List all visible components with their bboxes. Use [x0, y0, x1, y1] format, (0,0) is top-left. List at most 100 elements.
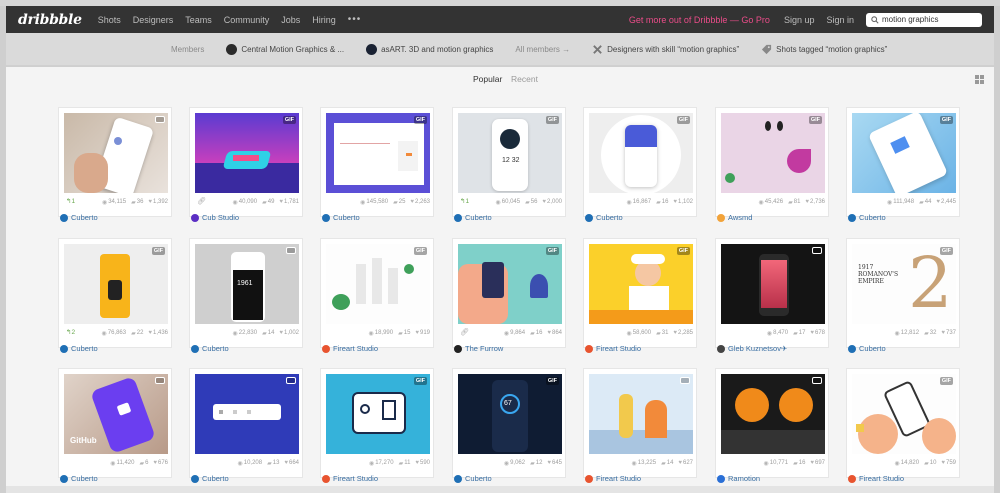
shot-thumbnail[interactable]: GIF [589, 113, 693, 193]
shot-card[interactable]: ↰1 ◉ 34,115 ▰ 36 ♥ 1,392 Cuberto [58, 107, 172, 227]
shot-card[interactable]: GIF 🔗︎ ◉ 40,090 ▰ 49 ♥ 1,781 Cub Studio [189, 107, 303, 227]
shot-thumbnail[interactable]: GIF [852, 113, 956, 193]
shot-thumbnail[interactable]: GIF [326, 374, 430, 454]
shot-thumbnail[interactable]: GIF [326, 113, 430, 193]
shot-author-link[interactable]: Cub Studio [191, 213, 239, 222]
shot-thumbnail[interactable]: GIF [458, 244, 562, 324]
likes-count[interactable]: ♥ 737 [941, 330, 956, 336]
shot-author-link[interactable]: Fireart Studio [585, 344, 641, 353]
likes-count[interactable]: ♥ 1,002 [279, 330, 299, 336]
shot-card[interactable]: 12 32 GIF ↰1 ◉ 60,045 ▰ 56 ♥ 2,000 Cuberto [452, 107, 566, 227]
shot-card[interactable]: 1917 ROMANOV'S EMPIRE 2 GIF ◉ 12,812 ▰ 32 ♥ 737… [846, 238, 960, 358]
shot-author-link[interactable]: Awsmd [717, 213, 752, 222]
tab-popular[interactable]: Popular [473, 74, 502, 84]
go-pro-link[interactable]: Get more out of Dribbble — Go Pro [629, 15, 770, 25]
comments-count[interactable]: ▰ 14 [262, 330, 274, 337]
shot-card[interactable]: GIF 🔗︎ ◉ 9,864 ▰ 16 ♥ 864 The Furrow [452, 238, 566, 358]
likes-count[interactable]: ♥ 2,285 [673, 330, 693, 336]
shot-card[interactable]: ◉ 13,225 ▰ 14 ♥ 627 Fireart Studio [583, 368, 697, 488]
shot-author-link[interactable]: Cuberto [60, 344, 98, 353]
shot-thumbnail[interactable]: GitHub [64, 374, 168, 454]
attachment-icon[interactable]: 🔗︎ [197, 197, 206, 205]
nav-shots[interactable]: Shots [98, 15, 121, 25]
search-input[interactable] [882, 15, 980, 24]
shot-author-link[interactable]: Cuberto [454, 213, 492, 222]
shot-thumbnail[interactable]: GIF [195, 113, 299, 193]
shot-thumbnail[interactable]: 12 32 GIF [458, 113, 562, 193]
rebound-count[interactable]: ↰1 [460, 197, 469, 205]
comments-count[interactable]: ▰ 49 [262, 199, 274, 206]
comments-count[interactable]: ▰ 11 [399, 460, 411, 467]
shot-thumbnail[interactable] [64, 113, 168, 193]
likes-count[interactable]: ♥ 1,781 [279, 199, 299, 205]
shots-tagged-link[interactable]: Shots tagged “motion graphics” [761, 44, 887, 55]
likes-count[interactable]: ♥ 1,392 [148, 199, 168, 205]
likes-count[interactable]: ♥ 645 [547, 460, 562, 466]
shot-author-link[interactable]: Cuberto [60, 213, 98, 222]
group-link-central-motion[interactable]: Central Motion Graphics & ... [226, 43, 344, 55]
shot-author-link[interactable]: Ramotion [717, 474, 760, 483]
comments-count[interactable]: ▰ 56 [525, 199, 537, 206]
likes-count[interactable]: ♥ 919 [415, 330, 430, 336]
shot-author-link[interactable]: Cuberto [454, 474, 492, 483]
shot-thumbnail[interactable]: GIF [326, 244, 430, 324]
likes-count[interactable]: ♥ 697 [810, 460, 825, 466]
likes-count[interactable]: ♥ 2,445 [936, 199, 956, 205]
shot-card[interactable]: GIF ◉ 18,990 ▰ 15 ♥ 919 Fireart Studio [320, 238, 434, 358]
comments-count[interactable]: ▰ 17 [793, 330, 805, 337]
likes-count[interactable]: ♥ 1,102 [673, 199, 693, 205]
shot-thumbnail[interactable]: GIF [721, 113, 825, 193]
shot-author-link[interactable]: Cuberto [848, 213, 886, 222]
comments-count[interactable]: ▰ 15 [398, 330, 410, 337]
nav-jobs[interactable]: Jobs [281, 15, 300, 25]
likes-count[interactable]: ♥ 678 [810, 330, 825, 336]
comments-count[interactable]: ▰ 31 [656, 330, 668, 337]
likes-count[interactable]: ♥ 676 [153, 460, 168, 466]
designers-skill-link[interactable]: Designers with skill “motion graphics” [592, 44, 739, 55]
shot-thumbnail[interactable]: 1961 [195, 244, 299, 324]
rebound-count[interactable]: ↰1 [66, 197, 75, 205]
nav-designers[interactable]: Designers [133, 15, 174, 25]
shot-card[interactable]: 1961 ◉ 22,830 ▰ 14 ♥ 1,002 Cuberto [189, 238, 303, 358]
shot-author-link[interactable]: Cuberto [191, 344, 229, 353]
shot-card[interactable]: GIF ◉ 17,270 ▰ 11 ♥ 590 Fireart Studio [320, 368, 434, 488]
comments-count[interactable]: ▰ 10 [924, 460, 936, 467]
shot-card[interactable]: GIF ◉ 45,426 ▰ 81 ♥ 2,736 Awsmd [715, 107, 829, 227]
attachment-icon[interactable]: 🔗︎ [460, 328, 469, 336]
shot-author-link[interactable]: Cuberto [322, 213, 360, 222]
rebound-count[interactable]: ↰2 [66, 328, 75, 336]
comments-count[interactable]: ▰ 36 [131, 199, 143, 206]
search-box[interactable] [866, 12, 982, 27]
shot-card[interactable]: 67 GIF ◉ 9,062 ▰ 12 ♥ 645 Cuberto [452, 368, 566, 488]
shot-card[interactable]: GIF ◉ 111,948 ▰ 44 ♥ 2,445 Cuberto [846, 107, 960, 227]
likes-count[interactable]: ♥ 627 [678, 460, 693, 466]
shot-card[interactable]: ◉ 8,470 ▰ 17 ♥ 678 Gleb Kuznetsov✈ [715, 238, 829, 358]
shot-thumbnail[interactable] [195, 374, 299, 454]
comments-count[interactable]: ▰ 6 [139, 460, 148, 467]
shot-card[interactable]: GIF ◉ 16,867 ▰ 16 ♥ 1,102 Cuberto [583, 107, 697, 227]
shot-author-link[interactable]: Cuberto [60, 474, 98, 483]
shot-thumbnail[interactable] [721, 374, 825, 454]
shot-thumbnail[interactable]: GIF [589, 244, 693, 324]
dribbble-logo[interactable]: dribbble [18, 12, 82, 28]
nav-community[interactable]: Community [224, 15, 270, 25]
shot-author-link[interactable]: Cuberto [848, 344, 886, 353]
shot-author-link[interactable]: Fireart Studio [322, 344, 378, 353]
more-menu-icon[interactable]: ••• [348, 14, 362, 25]
nav-hiring[interactable]: Hiring [312, 15, 336, 25]
shot-author-link[interactable]: Fireart Studio [585, 474, 641, 483]
all-members-link[interactable]: All members → [515, 45, 570, 54]
shot-card[interactable]: ◉ 10,208 ▰ 13 ♥ 664 Cuberto [189, 368, 303, 488]
comments-count[interactable]: ▰ 32 [924, 330, 936, 337]
comments-count[interactable]: ▰ 16 [656, 199, 668, 206]
likes-count[interactable]: ♥ 590 [415, 460, 430, 466]
shot-thumbnail[interactable]: GIF [64, 244, 168, 324]
comments-count[interactable]: ▰ 16 [793, 460, 805, 467]
likes-count[interactable]: ♥ 2,000 [542, 199, 562, 205]
group-link-asart[interactable]: asART. 3D and motion graphics [366, 43, 493, 55]
likes-count[interactable]: ♥ 2,736 [805, 199, 825, 205]
comments-count[interactable]: ▰ 12 [530, 460, 542, 467]
likes-count[interactable]: ♥ 1,436 [148, 330, 168, 336]
nav-teams[interactable]: Teams [185, 15, 212, 25]
shot-card[interactable]: GIF ◉ 145,580 ▰ 25 ♥ 2,263 Cuberto [320, 107, 434, 227]
